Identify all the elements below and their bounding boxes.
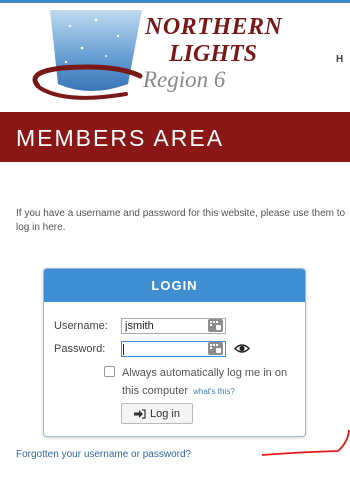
- remember-me-checkbox[interactable]: [104, 366, 115, 377]
- virtual-keyboard-icon[interactable]: [208, 342, 223, 355]
- whats-this-link[interactable]: what's this?: [193, 387, 235, 396]
- members-area-banner: MEMBERS AREA: [0, 112, 350, 162]
- members-login-page: NORTHERN LIGHTS Region 6 H MEMBERS AREA …: [0, 0, 350, 491]
- sign-in-arrow-icon: [134, 408, 146, 419]
- username-label: Username:: [54, 320, 108, 332]
- login-button-label: Log in: [150, 407, 180, 420]
- remember-me-label[interactable]: Always automatically log me in on this c…: [122, 364, 302, 401]
- login-panel: LOGIN Username: Password: Always automat…: [43, 268, 306, 437]
- forgot-credentials-link[interactable]: Forgotten your username or password?: [16, 449, 191, 460]
- login-button[interactable]: Log in: [121, 403, 193, 424]
- logo-line-lights: LIGHTS: [169, 41, 258, 67]
- page-title: MEMBERS AREA: [16, 125, 225, 151]
- logo-line-region: Region 6: [143, 67, 226, 92]
- logo-line-northern: NORTHERN: [145, 14, 283, 40]
- top-accent-line: [0, 0, 350, 3]
- text-cursor: [123, 344, 124, 355]
- show-password-icon[interactable]: [234, 343, 250, 354]
- northern-lights-logo[interactable]: NORTHERN LIGHTS Region 6: [30, 6, 310, 106]
- virtual-keyboard-icon[interactable]: [208, 319, 223, 332]
- login-panel-title: LOGIN: [44, 269, 305, 302]
- login-instructions: If you have a username and password for …: [16, 208, 346, 233]
- password-label: Password:: [54, 343, 106, 355]
- red-annotation-mark: [262, 430, 350, 456]
- header-nav-cut-text[interactable]: H: [336, 54, 343, 65]
